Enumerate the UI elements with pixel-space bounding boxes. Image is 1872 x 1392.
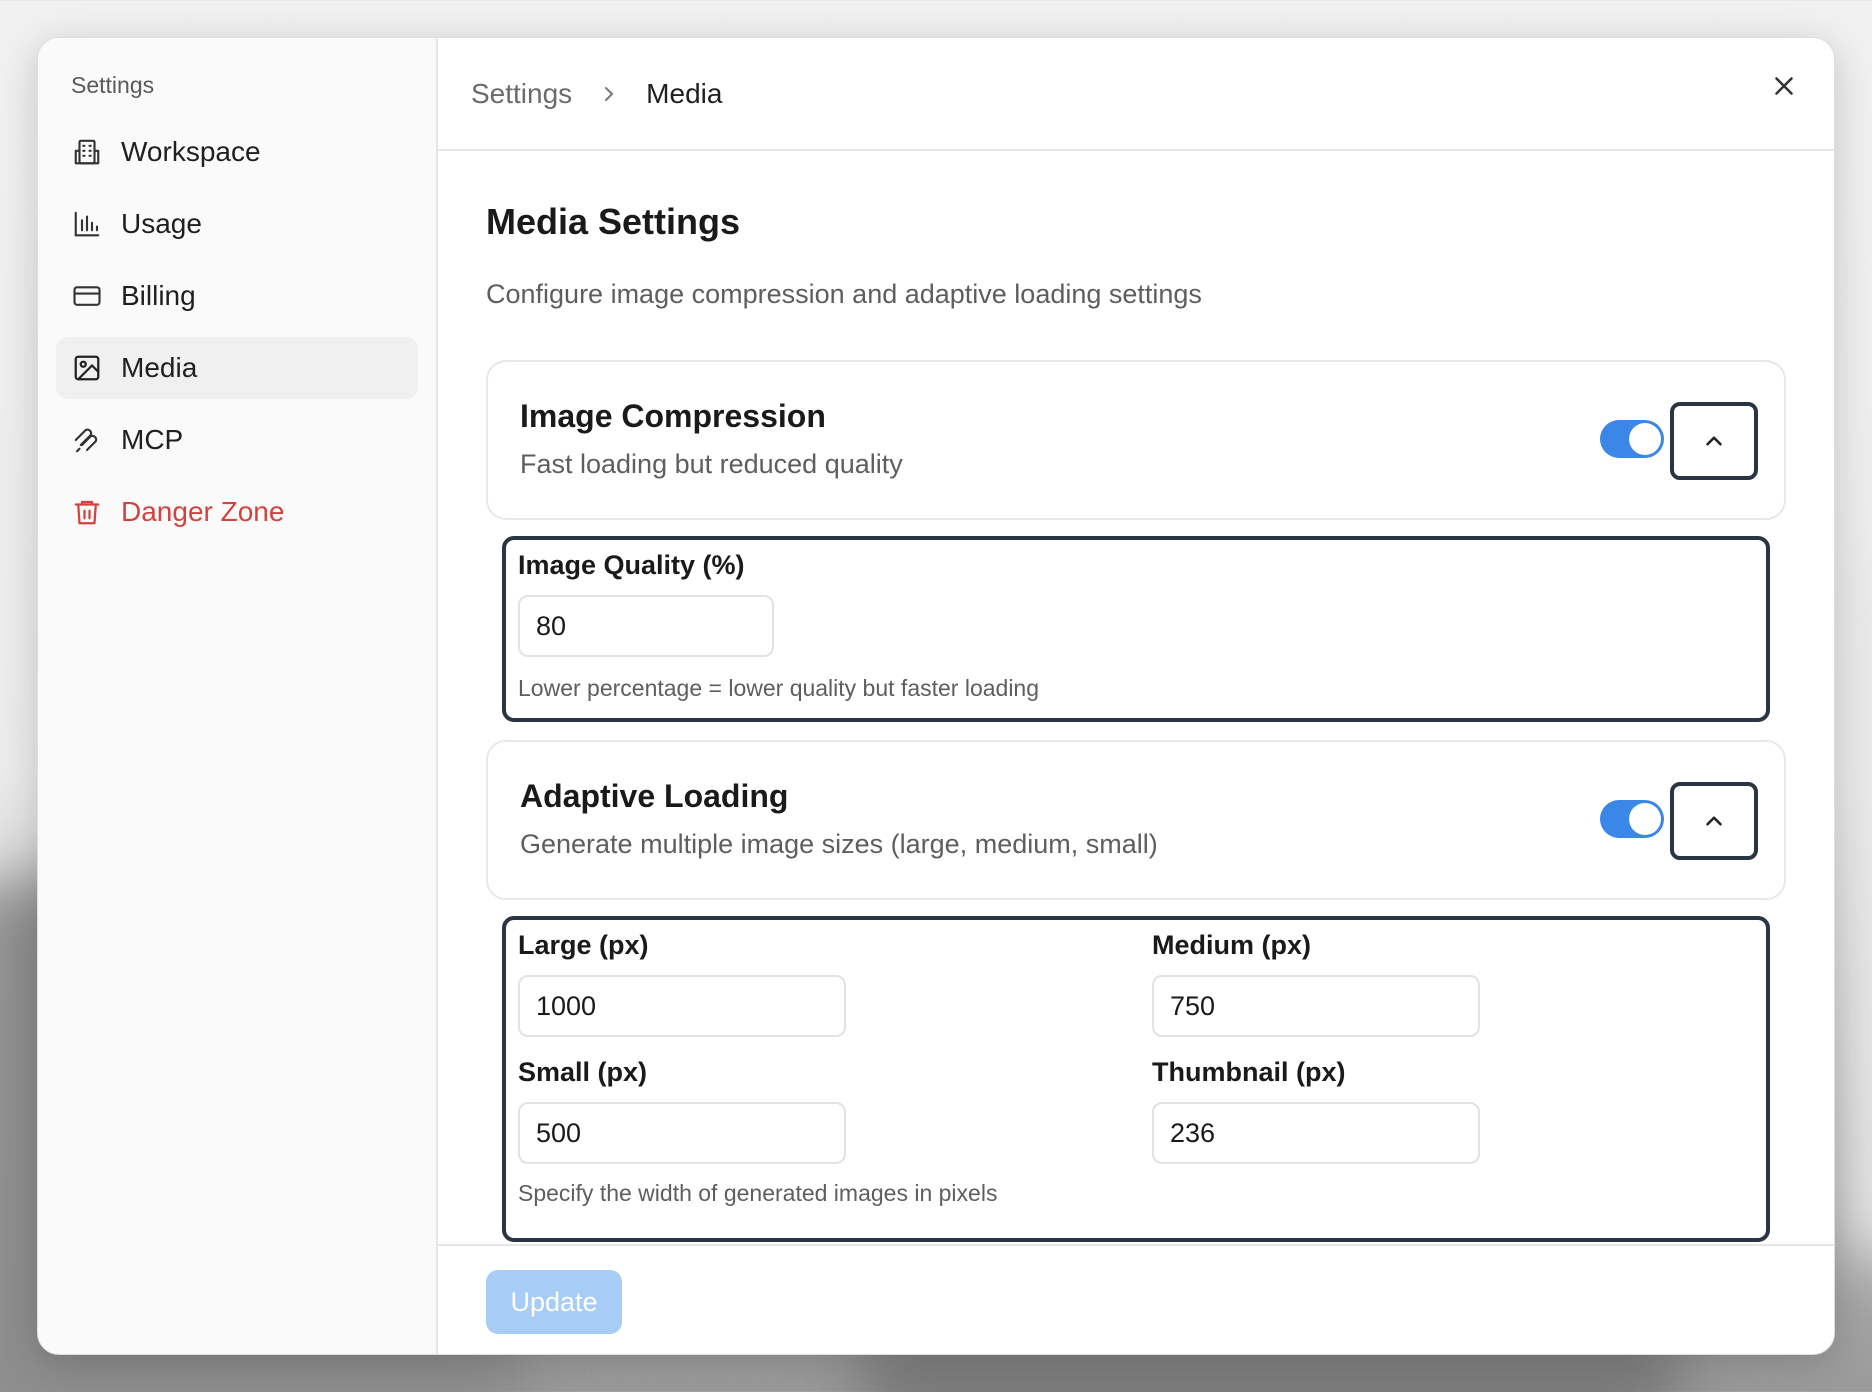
large-size-field: Large (px) <box>518 930 1152 1037</box>
media-settings-content: Media Settings Configure image compressi… <box>438 151 1834 1242</box>
adaptive-loading-collapse-button[interactable] <box>1670 782 1758 860</box>
settings-main: Settings Media Media Settings Configure … <box>438 38 1834 1354</box>
chevron-right-icon <box>594 79 624 109</box>
image-sizes-hint: Specify the width of generated images in… <box>518 1180 998 1206</box>
thumbnail-size-input[interactable] <box>1152 1102 1480 1164</box>
adaptive-loading-card: Adaptive Loading Generate multiple image… <box>486 740 1786 900</box>
image-quality-panel: Image Quality (%) Lower percentage = low… <box>502 536 1770 722</box>
backdrop-shadow <box>1840 560 1872 1260</box>
card-title: Image Compression <box>520 398 826 434</box>
medium-size-input[interactable] <box>1152 975 1480 1037</box>
update-button[interactable]: Update <box>486 1270 622 1334</box>
close-icon <box>1775 77 1793 95</box>
thumbnail-size-field: Thumbnail (px) <box>1152 1057 1752 1164</box>
thumbnail-size-label: Thumbnail (px) <box>1152 1057 1346 1087</box>
sidebar-item-workspace[interactable]: Workspace <box>56 121 418 183</box>
image-quality-input[interactable] <box>518 595 774 657</box>
chevron-up-icon <box>1706 816 1722 826</box>
breadcrumb: Settings Media <box>438 38 1834 151</box>
image-sizes-panel: Large (px) Medium (px) Small (px) Thumbn… <box>502 916 1770 1242</box>
sidebar-item-label: Workspace <box>121 136 261 167</box>
close-button[interactable] <box>1764 66 1804 106</box>
chevron-up-icon <box>1706 436 1722 446</box>
dialog-footer: Update <box>438 1244 1834 1354</box>
adaptive-loading-toggle[interactable] <box>1600 800 1664 838</box>
sidebar-item-label: Billing <box>121 280 196 311</box>
sidebar-item-label: Media <box>121 352 198 383</box>
settings-dialog: Settings Workspace Usage Billing Media M… <box>37 37 1835 1355</box>
credit-card-icon <box>71 280 103 312</box>
sidebar-heading: Settings <box>71 72 155 98</box>
toggle-knob <box>1629 803 1661 835</box>
large-size-label: Large (px) <box>518 930 649 960</box>
card-description: Generate multiple image sizes (large, me… <box>520 829 1158 859</box>
image-compression-toggle[interactable] <box>1600 420 1664 458</box>
mcp-icon <box>71 424 103 456</box>
image-icon <box>71 352 103 384</box>
small-size-field: Small (px) <box>518 1057 1152 1164</box>
trash-icon <box>71 496 103 528</box>
image-compression-collapse-button[interactable] <box>1670 402 1758 480</box>
sidebar-item-danger-zone[interactable]: Danger Zone <box>56 481 418 543</box>
small-size-label: Small (px) <box>518 1057 648 1087</box>
small-size-input[interactable] <box>518 1102 846 1164</box>
page-title: Media Settings <box>486 201 741 242</box>
medium-size-label: Medium (px) <box>1152 930 1311 960</box>
image-sizes-grid: Large (px) Medium (px) Small (px) Thumbn… <box>518 930 1754 1164</box>
breadcrumb-settings-link[interactable]: Settings <box>471 78 572 110</box>
page-description: Configure image compression and adaptive… <box>486 279 1202 309</box>
sidebar-item-usage[interactable]: Usage <box>56 193 418 255</box>
image-quality-hint: Lower percentage = lower quality but fas… <box>518 675 1040 701</box>
sidebar-item-label: Usage <box>121 208 202 239</box>
bar-chart-icon <box>71 208 103 240</box>
sidebar-item-mcp[interactable]: MCP <box>56 409 418 471</box>
toggle-knob <box>1629 423 1661 455</box>
breadcrumb-current: Media <box>646 77 723 109</box>
sidebar-item-billing[interactable]: Billing <box>56 265 418 327</box>
large-size-input[interactable] <box>518 975 846 1037</box>
card-description: Fast loading but reduced quality <box>520 449 903 479</box>
image-quality-label: Image Quality (%) <box>518 550 745 580</box>
settings-sidebar: Settings Workspace Usage Billing Media M… <box>38 38 438 1354</box>
building-icon <box>71 136 103 168</box>
sidebar-item-label: MCP <box>121 424 184 455</box>
image-compression-card: Image Compression Fast loading but reduc… <box>486 360 1786 520</box>
sidebar-item-label: Danger Zone <box>121 496 285 527</box>
medium-size-field: Medium (px) <box>1152 930 1752 1037</box>
card-title: Adaptive Loading <box>520 778 789 814</box>
sidebar-item-media[interactable]: Media <box>56 337 418 399</box>
